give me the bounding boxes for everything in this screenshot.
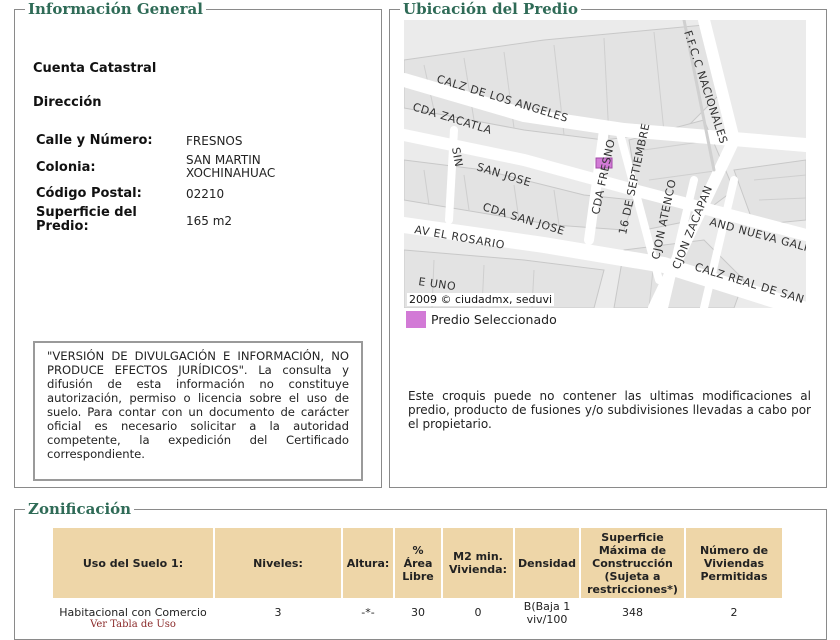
map-drawing: F.F.C.C NACIONALES CALZ DE LOS ANGELES C… — [404, 20, 806, 308]
uso-value: Habitacional con Comercio — [59, 606, 207, 619]
cell-viviendas: 2 — [730, 606, 738, 619]
header-area-libre: % Área Libre — [395, 528, 441, 598]
calle-label: Calle y Número: — [36, 133, 153, 148]
location-map[interactable]: F.F.C.C NACIONALES CALZ DE LOS ANGELES C… — [404, 20, 806, 308]
calle-value: FRESNOS — [186, 134, 243, 148]
superficie-label: Superficie del Predio: — [36, 205, 137, 234]
cell-altura: -*- — [361, 606, 375, 619]
header-superficie-maxima: Superficie Máxima de Construcción (Sujet… — [581, 528, 684, 598]
header-uso-suelo: Uso del Suelo 1: — [53, 528, 213, 598]
cell-niveles: 3 — [274, 606, 282, 619]
codigo-postal-value: 02210 — [186, 187, 225, 201]
map-disclaimer-note: Este croquis puede no contener las ultim… — [408, 389, 811, 431]
header-numero-viviendas: Número de Viviendas Permitidas — [686, 528, 782, 598]
zonificacion-title: Zonificación — [28, 500, 132, 518]
map-copyright: 2009 © ciudadmx, seduvi — [407, 293, 555, 306]
informacion-general-title: Información General — [28, 0, 203, 18]
colonia-label: Colonia: — [36, 160, 96, 175]
table-row: Habitacional con Comercio Ver Tabla de U… — [53, 600, 782, 631]
disclaimer-box: "VERSIÓN DE DIVULGACIÓN E INFORMACIÓN, N… — [33, 341, 363, 481]
cell-area-libre: 30 — [411, 606, 425, 619]
ubicacion-predio-title: Ubicación del Predio — [403, 0, 578, 18]
cell-uso: Habitacional con Comercio Ver Tabla de U… — [53, 600, 213, 631]
table-header-row: Uso del Suelo 1: Niveles: Altura: % Área… — [53, 528, 782, 598]
direccion-label: Dirección — [33, 95, 102, 110]
cell-superficie: 348 — [622, 606, 643, 619]
ver-tabla-uso-link[interactable]: Ver Tabla de Uso — [54, 619, 212, 630]
zonificacion-table: Uso del Suelo 1: Niveles: Altura: % Área… — [51, 526, 784, 633]
colonia-value: SAN MARTIN XOCHINAHUAC — [186, 153, 276, 180]
superficie-value: 165 m2 — [186, 214, 233, 228]
cuenta-catastral-label: Cuenta Catastral — [33, 61, 157, 76]
header-densidad: Densidad — [515, 528, 579, 598]
header-m2-min: M2 min. Vivienda: — [443, 528, 513, 598]
predio-legend-swatch — [406, 311, 426, 328]
codigo-postal-label: Código Postal: — [36, 186, 142, 201]
header-altura: Altura: — [343, 528, 393, 598]
predio-legend-label: Predio Seleccionado — [431, 312, 557, 327]
cell-densidad: B(Baja 1 viv/100 — [523, 600, 571, 626]
cell-m2-min: 0 — [474, 606, 482, 619]
header-niveles: Niveles: — [215, 528, 341, 598]
